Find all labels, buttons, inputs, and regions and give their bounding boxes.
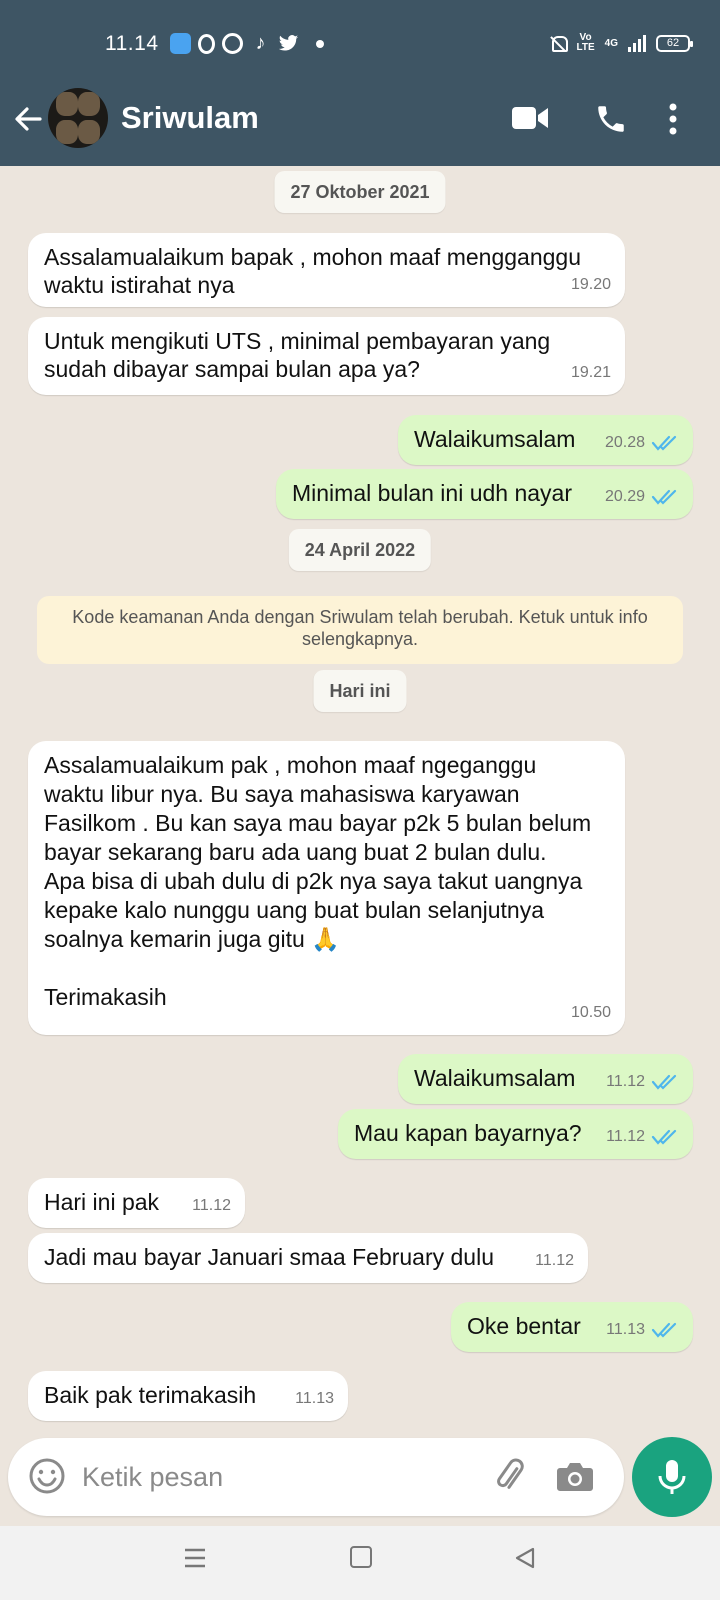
read-receipt-icon bbox=[651, 1129, 677, 1145]
message-outgoing[interactable]: Mau kapan bayarnya? 11.12 bbox=[338, 1109, 693, 1159]
nav-back-icon[interactable] bbox=[513, 1546, 537, 1570]
read-receipt-icon bbox=[651, 1074, 677, 1090]
volte-icon: Vo LTE bbox=[576, 32, 595, 53]
message-incoming[interactable]: Untuk mengikuti UTS , minimal pembayaran… bbox=[28, 317, 625, 395]
message-text: Assalamualaikum bapak , mohon maaf mengg… bbox=[44, 244, 581, 298]
network-type: 4G bbox=[604, 37, 618, 49]
back-arrow-icon[interactable] bbox=[12, 103, 44, 135]
battery-icon: 62 bbox=[656, 34, 693, 52]
chat-area[interactable]: 27 Oktober 2021 Assalamualaikum bapak , … bbox=[0, 166, 720, 1426]
message-time: 10.50 bbox=[570, 1004, 611, 1021]
message-outgoing[interactable]: Minimal bulan ini udh nayar 20.29 bbox=[276, 469, 693, 519]
system-icons: Vo LTE 4G 62 bbox=[549, 32, 693, 53]
status-time: 11.14 bbox=[105, 32, 159, 55]
message-incoming[interactable]: Hari ini pak 11.12 bbox=[28, 1178, 245, 1228]
message-text: Untuk mengikuti UTS , minimal pembayaran… bbox=[44, 328, 551, 382]
camera-icon[interactable] bbox=[556, 1458, 594, 1494]
more-notifications-dot bbox=[316, 39, 324, 48]
twitter-icon bbox=[278, 35, 299, 51]
message-composer bbox=[8, 1438, 624, 1516]
date-chip: 27 Oktober 2021 bbox=[274, 171, 446, 213]
top-bar: 11.14 ♪ Vo LTE 4G 62 Sriwulam bbox=[0, 0, 720, 166]
read-receipt-icon bbox=[651, 435, 677, 451]
message-time: 11.12 bbox=[192, 1197, 231, 1214]
message-time: 20.28 bbox=[605, 429, 679, 457]
message-incoming[interactable]: Baik pak terimakasih 11.13 bbox=[28, 1371, 348, 1421]
chrome-icon bbox=[222, 33, 243, 54]
message-time: 11.12 bbox=[606, 1123, 679, 1151]
message-outgoing[interactable]: Walaikumsalam 11.12 bbox=[398, 1054, 693, 1104]
message-time: 11.12 bbox=[535, 1252, 574, 1269]
system-nav-bar bbox=[0, 1526, 720, 1600]
message-text: Jadi mau bayar Januari smaa February dul… bbox=[44, 1244, 495, 1270]
signal-icon bbox=[628, 34, 646, 52]
message-incoming[interactable]: Jadi mau bayar Januari smaa February dul… bbox=[28, 1233, 588, 1283]
message-text: Baik pak terimakasih bbox=[44, 1382, 257, 1408]
message-time: 11.13 bbox=[295, 1390, 334, 1407]
message-outgoing[interactable]: Walaikumsalam 20.28 bbox=[398, 415, 693, 465]
message-outgoing[interactable]: Oke bentar 11.13 bbox=[451, 1302, 693, 1352]
security-code-notice[interactable]: Kode keamanan Anda dengan Sriwulam telah… bbox=[37, 596, 683, 664]
date-chip: 24 April 2022 bbox=[288, 529, 432, 571]
phone-call-icon[interactable] bbox=[594, 102, 628, 136]
video-call-icon[interactable] bbox=[512, 106, 548, 130]
opera-icon bbox=[198, 33, 215, 54]
attachment-icon[interactable] bbox=[490, 1456, 530, 1496]
read-receipt-icon bbox=[651, 489, 677, 505]
tiktok-icon: ♪ bbox=[255, 32, 266, 54]
recent-apps-icon[interactable] bbox=[183, 1546, 207, 1570]
date-chip: Hari ini bbox=[313, 670, 407, 712]
message-time: 19.20 bbox=[570, 276, 611, 293]
message-text: Assalamualaikum pak , mohon maaf ngegang… bbox=[44, 752, 592, 1010]
read-receipt-icon bbox=[651, 1322, 677, 1338]
notification-icons: ♪ bbox=[170, 32, 324, 54]
voice-record-button[interactable] bbox=[632, 1437, 712, 1517]
message-time: 19.21 bbox=[570, 364, 611, 381]
message-incoming[interactable]: Assalamualaikum pak , mohon maaf ngegang… bbox=[28, 741, 625, 1035]
microphone-icon bbox=[658, 1460, 686, 1494]
chat-app-bar: Sriwulam bbox=[0, 88, 720, 166]
emoji-icon[interactable] bbox=[28, 1457, 66, 1495]
contact-name[interactable]: Sriwulam bbox=[121, 100, 259, 136]
avatar[interactable] bbox=[48, 88, 108, 148]
message-time: 11.13 bbox=[606, 1316, 679, 1344]
status-bar: 11.14 ♪ Vo LTE 4G 62 bbox=[0, 0, 720, 88]
message-time: 20.29 bbox=[605, 483, 679, 511]
app-notification-icon bbox=[170, 33, 191, 54]
message-incoming[interactable]: Assalamualaikum bapak , mohon maaf mengg… bbox=[28, 233, 625, 307]
mute-icon bbox=[549, 34, 568, 52]
home-icon[interactable] bbox=[350, 1546, 372, 1568]
message-input[interactable] bbox=[82, 1457, 462, 1497]
more-options-icon[interactable] bbox=[668, 102, 678, 136]
message-time: 11.12 bbox=[606, 1068, 679, 1096]
